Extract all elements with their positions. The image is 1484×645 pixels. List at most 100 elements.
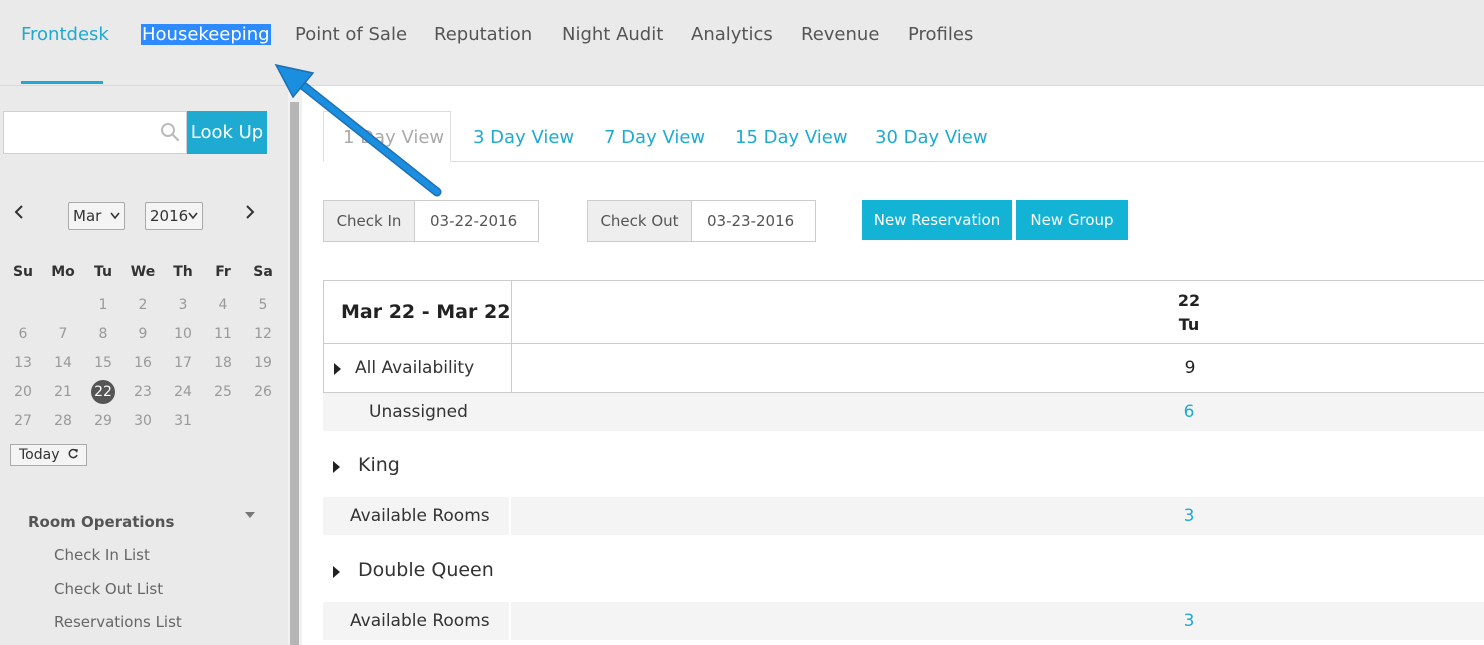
calendar-day[interactable]: 5: [243, 293, 283, 317]
double-queen-available-value-link[interactable]: 3: [1169, 611, 1209, 631]
calendar-day[interactable]: 26: [243, 380, 283, 404]
lookup-button[interactable]: Look Up: [187, 111, 267, 154]
tab-30-day-view[interactable]: 30 Day View: [875, 127, 988, 148]
calendar-day[interactable]: 27: [3, 409, 43, 433]
calendar-day[interactable]: 8: [83, 322, 123, 346]
calendar-day-number: 13: [14, 355, 32, 371]
expand-caret-icon[interactable]: [334, 363, 341, 375]
weekday-label: Fr: [215, 264, 231, 280]
calendar-day[interactable]: 6: [3, 322, 43, 346]
check-in-date-field[interactable]: 03-22-2016: [414, 200, 539, 242]
unassigned-value-link[interactable]: 6: [1169, 402, 1209, 422]
chevron-down-icon: [110, 203, 120, 238]
date-range-label: Mar 22 - Mar 22: [341, 301, 511, 323]
double-queen-row[interactable]: Double Queen: [323, 550, 1484, 590]
calendar-day[interactable]: 16: [123, 351, 163, 375]
calendar-day[interactable]: 3: [163, 293, 203, 317]
nav-housekeeping-label: Housekeeping: [141, 24, 271, 45]
calendar-day-number: 21: [54, 384, 72, 400]
chevron-down-icon: [188, 203, 198, 238]
calendar-day[interactable]: 10: [163, 322, 203, 346]
calendar-day-number: 10: [174, 326, 192, 342]
calendar-day[interactable]: 4: [203, 293, 243, 317]
calendar-day[interactable]: 11: [203, 322, 243, 346]
expand-caret-icon[interactable]: [333, 566, 340, 578]
calendar-day[interactable]: 12: [243, 322, 283, 346]
top-nav: Frontdesk Housekeeping Point of Sale Rep…: [0, 0, 1484, 86]
sidebar-scrollbar[interactable]: [288, 86, 302, 645]
nav-frontdesk[interactable]: Frontdesk: [21, 24, 109, 45]
calendar-day-number: 25: [214, 384, 232, 400]
calendar-day[interactable]: 14: [43, 351, 83, 375]
check-out-date-field[interactable]: 03-23-2016: [691, 200, 816, 242]
calendar-day[interactable]: 29: [83, 409, 123, 433]
reservations-list-link[interactable]: Reservations List: [54, 613, 182, 631]
check-out-list-link[interactable]: Check Out List: [54, 580, 163, 598]
calendar-day-number: 9: [138, 326, 148, 342]
king-available-value-link[interactable]: 3: [1169, 506, 1209, 526]
tab-7-day-view[interactable]: 7 Day View: [604, 127, 705, 148]
caret-down-icon[interactable]: [244, 508, 256, 522]
calendar-day-number: 8: [98, 326, 108, 342]
calendar-day[interactable]: 23: [123, 380, 163, 404]
calendar-day[interactable]: 25: [203, 380, 243, 404]
calendar-day[interactable]: 7: [43, 322, 83, 346]
nav-profiles[interactable]: Profiles: [908, 24, 973, 45]
calendar-day-number: 5: [258, 297, 268, 313]
nav-revenue[interactable]: Revenue: [801, 24, 879, 45]
day-name: Tu: [1178, 315, 1200, 334]
king-available-rooms-row: Available Rooms 3: [323, 497, 1484, 535]
calendar-day[interactable]: 19: [243, 351, 283, 375]
nav-reputation[interactable]: Reputation: [434, 24, 532, 45]
check-in-label: Check In: [323, 200, 415, 242]
calendar-day-number: 26: [254, 384, 272, 400]
unassigned-label: Unassigned: [369, 402, 468, 422]
check-in-list-link[interactable]: Check In List: [54, 546, 150, 564]
calendar-day-selected[interactable]: 22: [83, 380, 123, 404]
active-tab-underline: [21, 81, 103, 84]
calendar-day[interactable]: 1: [83, 293, 123, 317]
nav-point-of-sale[interactable]: Point of Sale: [295, 24, 407, 45]
calendar-day-number: 31: [174, 413, 192, 429]
calendar-day-number: 15: [94, 355, 112, 371]
calendar-prev-icon[interactable]: [13, 204, 25, 225]
calendar-day[interactable]: 18: [203, 351, 243, 375]
calendar-day[interactable]: 2: [123, 293, 163, 317]
scrollbar-thumb[interactable]: [290, 102, 299, 645]
nav-housekeeping[interactable]: Housekeeping: [141, 24, 271, 45]
month-value: Mar: [73, 207, 102, 225]
month-select[interactable]: Mar: [68, 202, 125, 230]
room-operations-title[interactable]: Room Operations: [28, 513, 174, 531]
all-availability-row[interactable]: All Availability 9: [323, 344, 1484, 393]
calendar-day[interactable]: 31: [163, 409, 203, 433]
year-value: 2016: [150, 207, 189, 225]
calendar-day-number: 29: [94, 413, 112, 429]
calendar-day-number: 24: [174, 384, 192, 400]
calendar-day[interactable]: 24: [163, 380, 203, 404]
today-label: Today: [19, 447, 60, 463]
nav-analytics[interactable]: Analytics: [691, 24, 773, 45]
new-reservation-button[interactable]: New Reservation: [862, 200, 1012, 240]
calendar-day-number: 22: [91, 380, 115, 404]
calendar-day[interactable]: 30: [123, 409, 163, 433]
expand-caret-icon[interactable]: [333, 461, 340, 473]
nav-night-audit[interactable]: Night Audit: [562, 24, 663, 45]
new-group-button[interactable]: New Group: [1016, 200, 1128, 240]
year-select[interactable]: 2016: [145, 202, 203, 230]
calendar-next-icon[interactable]: [244, 204, 256, 225]
refresh-icon: [68, 448, 78, 459]
calendar-day[interactable]: 28: [43, 409, 83, 433]
king-row[interactable]: King: [323, 445, 1484, 485]
calendar-day[interactable]: 17: [163, 351, 203, 375]
calendar-day[interactable]: 9: [123, 322, 163, 346]
calendar-day[interactable]: 21: [43, 380, 83, 404]
calendar-day-number: 12: [254, 326, 272, 342]
calendar-day[interactable]: 13: [3, 351, 43, 375]
tab-1-day-view[interactable]: 1 Day View: [323, 111, 451, 162]
tab-15-day-view[interactable]: 15 Day View: [735, 127, 848, 148]
calendar-day[interactable]: 15: [83, 351, 123, 375]
calendar-day[interactable]: 20: [3, 380, 43, 404]
tab-3-day-view[interactable]: 3 Day View: [473, 127, 574, 148]
today-button[interactable]: Today: [10, 444, 87, 466]
tabs-divider: [323, 161, 1484, 162]
